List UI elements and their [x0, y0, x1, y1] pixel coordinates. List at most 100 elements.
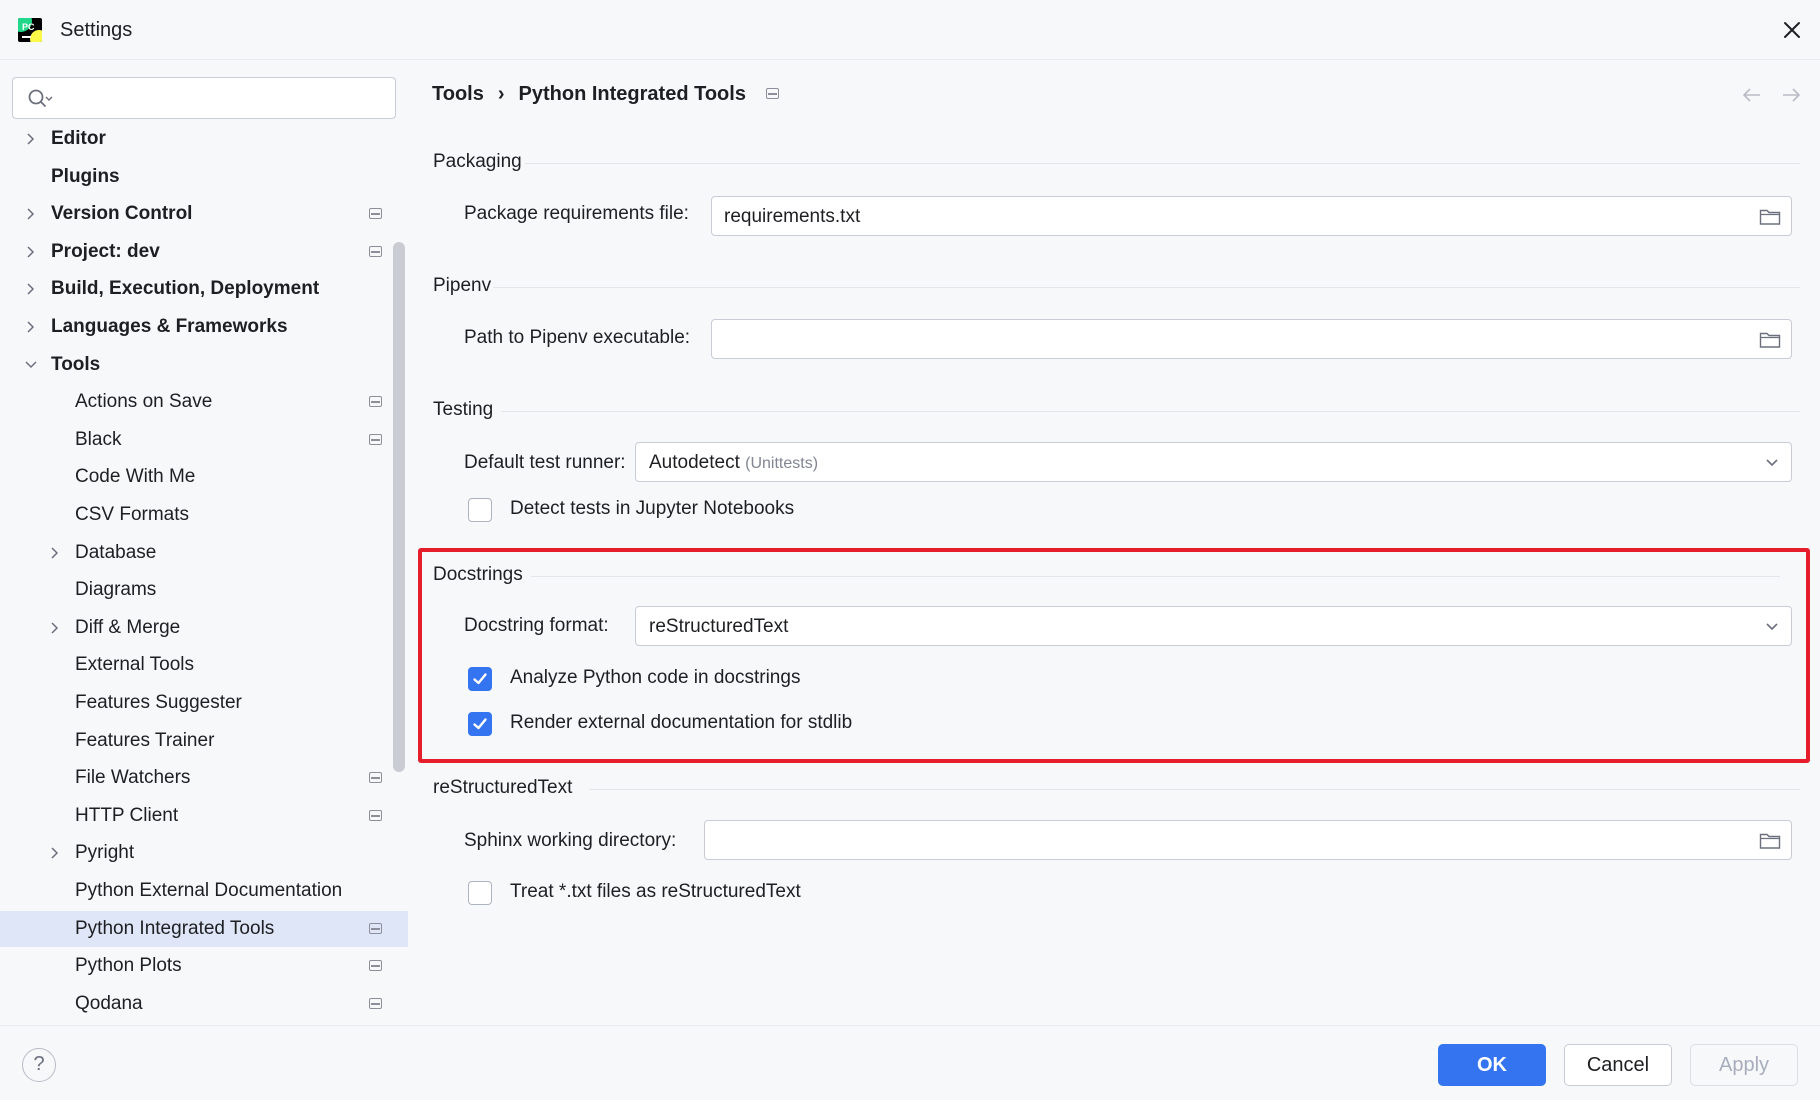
sidebar-item-label: Version Control	[51, 203, 193, 224]
sphinx-directory-label: Sphinx working directory:	[464, 830, 677, 851]
breadcrumb: Tools › Python Integrated Tools	[432, 83, 779, 106]
jupyter-tests-label[interactable]: Detect tests in Jupyter Notebooks	[510, 498, 794, 520]
sidebar-item-qodana[interactable]: Qodana	[0, 986, 408, 1022]
chevron-down-icon	[1766, 459, 1778, 467]
sidebar-item-label: Pyright	[75, 842, 135, 863]
chevron-right-icon[interactable]	[25, 133, 37, 145]
forward-arrow-icon[interactable]	[1781, 87, 1801, 103]
project-scope-icon	[369, 960, 382, 971]
ok-button[interactable]: OK	[1438, 1044, 1546, 1086]
sphinx-directory-input[interactable]	[717, 829, 1733, 853]
sidebar-item-label: Project: dev	[51, 241, 160, 262]
sidebar-item-database[interactable]: Database	[0, 535, 408, 571]
jupyter-tests-checkbox[interactable]	[468, 498, 492, 522]
treat-txt-label[interactable]: Treat *.txt files as reStructuredText	[510, 881, 801, 903]
sidebar-item-features-suggester[interactable]: Features Suggester	[0, 685, 408, 721]
test-runner-dropdown[interactable]: Autodetect (Unittests)	[635, 442, 1792, 482]
sphinx-directory-field[interactable]	[704, 820, 1792, 860]
chevron-right-icon[interactable]	[25, 283, 37, 295]
sidebar-item-code-with-me[interactable]: Code With Me	[0, 459, 408, 495]
sidebar-item-plugins[interactable]: Plugins	[0, 159, 408, 195]
sidebar-item-label: Diagrams	[75, 579, 157, 600]
requirements-file-field[interactable]	[711, 196, 1792, 236]
help-button[interactable]: ?	[22, 1048, 56, 1082]
dialog-footer: ? OK Cancel Apply	[0, 1025, 1820, 1100]
folder-icon[interactable]	[1759, 208, 1781, 226]
sidebar-item-python-integrated-tools[interactable]: Python Integrated Tools	[0, 911, 408, 947]
sidebar-item-label: Tools	[51, 354, 101, 375]
sidebar-item-python-plots[interactable]: Python Plots	[0, 948, 408, 984]
pipenv-path-input[interactable]	[724, 328, 1733, 352]
sidebar-item-label: HTTP Client	[75, 805, 179, 826]
settings-sidebar: Editor Plugins Version Control Project: dev…	[0, 61, 408, 1025]
sidebar-item-version-control[interactable]: Version Control	[0, 196, 408, 232]
chevron-right-icon[interactable]	[49, 622, 61, 634]
sidebar-item-label: Python Plots	[75, 955, 182, 976]
sidebar-item-languages-frameworks[interactable]: Languages & Frameworks	[0, 309, 408, 345]
sidebar-item-label: Plugins	[51, 166, 120, 187]
sidebar-item-file-watchers[interactable]: File Watchers	[0, 760, 408, 796]
settings-search[interactable]	[12, 77, 396, 119]
sidebar-item-label: Database	[75, 542, 157, 563]
pipenv-path-field[interactable]	[711, 319, 1792, 359]
sidebar-item-label: Python External Documentation	[75, 880, 343, 901]
project-scope-icon	[369, 396, 382, 407]
cancel-button[interactable]: Cancel	[1564, 1044, 1672, 1086]
chevron-right-icon[interactable]	[49, 547, 61, 559]
chevron-down-icon[interactable]	[25, 359, 37, 371]
sidebar-item-diff-merge[interactable]: Diff & Merge	[0, 610, 408, 646]
breadcrumb-parent[interactable]: Tools	[432, 83, 484, 105]
sidebar-item-label: Python Integrated Tools	[75, 918, 275, 939]
folder-icon[interactable]	[1759, 331, 1781, 349]
sidebar-item-black[interactable]: Black	[0, 422, 408, 458]
window-title: Settings	[60, 19, 133, 41]
sidebar-item-actions-on-save[interactable]: Actions on Save	[0, 384, 408, 420]
chevron-right-icon[interactable]	[25, 321, 37, 333]
render-stdlib-docs-label[interactable]: Render external documentation for stdlib	[510, 712, 852, 734]
render-stdlib-docs-checkbox[interactable]	[468, 712, 492, 736]
sidebar-item-pyright[interactable]: Pyright	[0, 835, 408, 871]
sidebar-item-diagrams[interactable]: Diagrams	[0, 572, 408, 608]
sidebar-item-label: Qodana	[75, 993, 143, 1014]
sidebar-item-build-execution-deployment[interactable]: Build, Execution, Deployment	[0, 271, 408, 307]
search-input[interactable]	[61, 84, 381, 112]
project-scope-icon	[369, 434, 382, 445]
sidebar-item-project-dev[interactable]: Project: dev	[0, 234, 408, 270]
sidebar-item-external-tools[interactable]: External Tools	[0, 647, 408, 683]
chevron-right-icon[interactable]	[49, 847, 61, 859]
docstring-format-label: Docstring format:	[464, 615, 609, 636]
section-title-restructuredtext: reStructuredText	[433, 777, 573, 798]
project-scope-icon	[369, 246, 382, 257]
analyze-docstrings-label[interactable]: Analyze Python code in docstrings	[510, 667, 800, 689]
section-divider	[525, 163, 1800, 164]
sidebar-item-label: Build, Execution, Deployment	[51, 278, 320, 299]
section-title-testing: Testing	[433, 399, 494, 420]
checkmark-icon	[473, 718, 487, 730]
sidebar-item-editor[interactable]: Editor	[0, 121, 408, 157]
sidebar-item-label: Editor	[51, 128, 106, 149]
sidebar-item-features-trainer[interactable]: Features Trainer	[0, 723, 408, 759]
sidebar-item-tools[interactable]: Tools	[0, 347, 408, 383]
sidebar-item-csv-formats[interactable]: CSV Formats	[0, 497, 408, 533]
section-divider	[589, 789, 1800, 790]
pipenv-path-label: Path to Pipenv executable:	[464, 327, 691, 348]
sidebar-item-python-external-documentation[interactable]: Python External Documentation	[0, 873, 408, 909]
title-bar: PC Settings	[0, 0, 1820, 60]
analyze-docstrings-checkbox[interactable]	[468, 667, 492, 691]
folder-icon[interactable]	[1759, 832, 1781, 850]
apply-button[interactable]: Apply	[1690, 1044, 1798, 1086]
section-title-packaging: Packaging	[433, 151, 522, 172]
section-title-pipenv: Pipenv	[433, 275, 492, 296]
close-icon[interactable]	[1778, 16, 1806, 44]
sidebar-item-http-client[interactable]: HTTP Client	[0, 798, 408, 834]
project-scope-icon	[369, 208, 382, 219]
sidebar-scrollbar[interactable]	[393, 242, 405, 772]
chevron-right-icon[interactable]	[25, 246, 37, 258]
project-scope-icon	[369, 810, 382, 821]
chevron-right-icon[interactable]	[25, 208, 37, 220]
docstring-format-dropdown[interactable]: reStructuredText	[635, 606, 1792, 646]
requirements-file-input[interactable]	[724, 205, 1733, 229]
back-arrow-icon[interactable]	[1742, 87, 1762, 103]
chevron-down-icon	[1766, 623, 1778, 631]
treat-txt-checkbox[interactable]	[468, 881, 492, 905]
